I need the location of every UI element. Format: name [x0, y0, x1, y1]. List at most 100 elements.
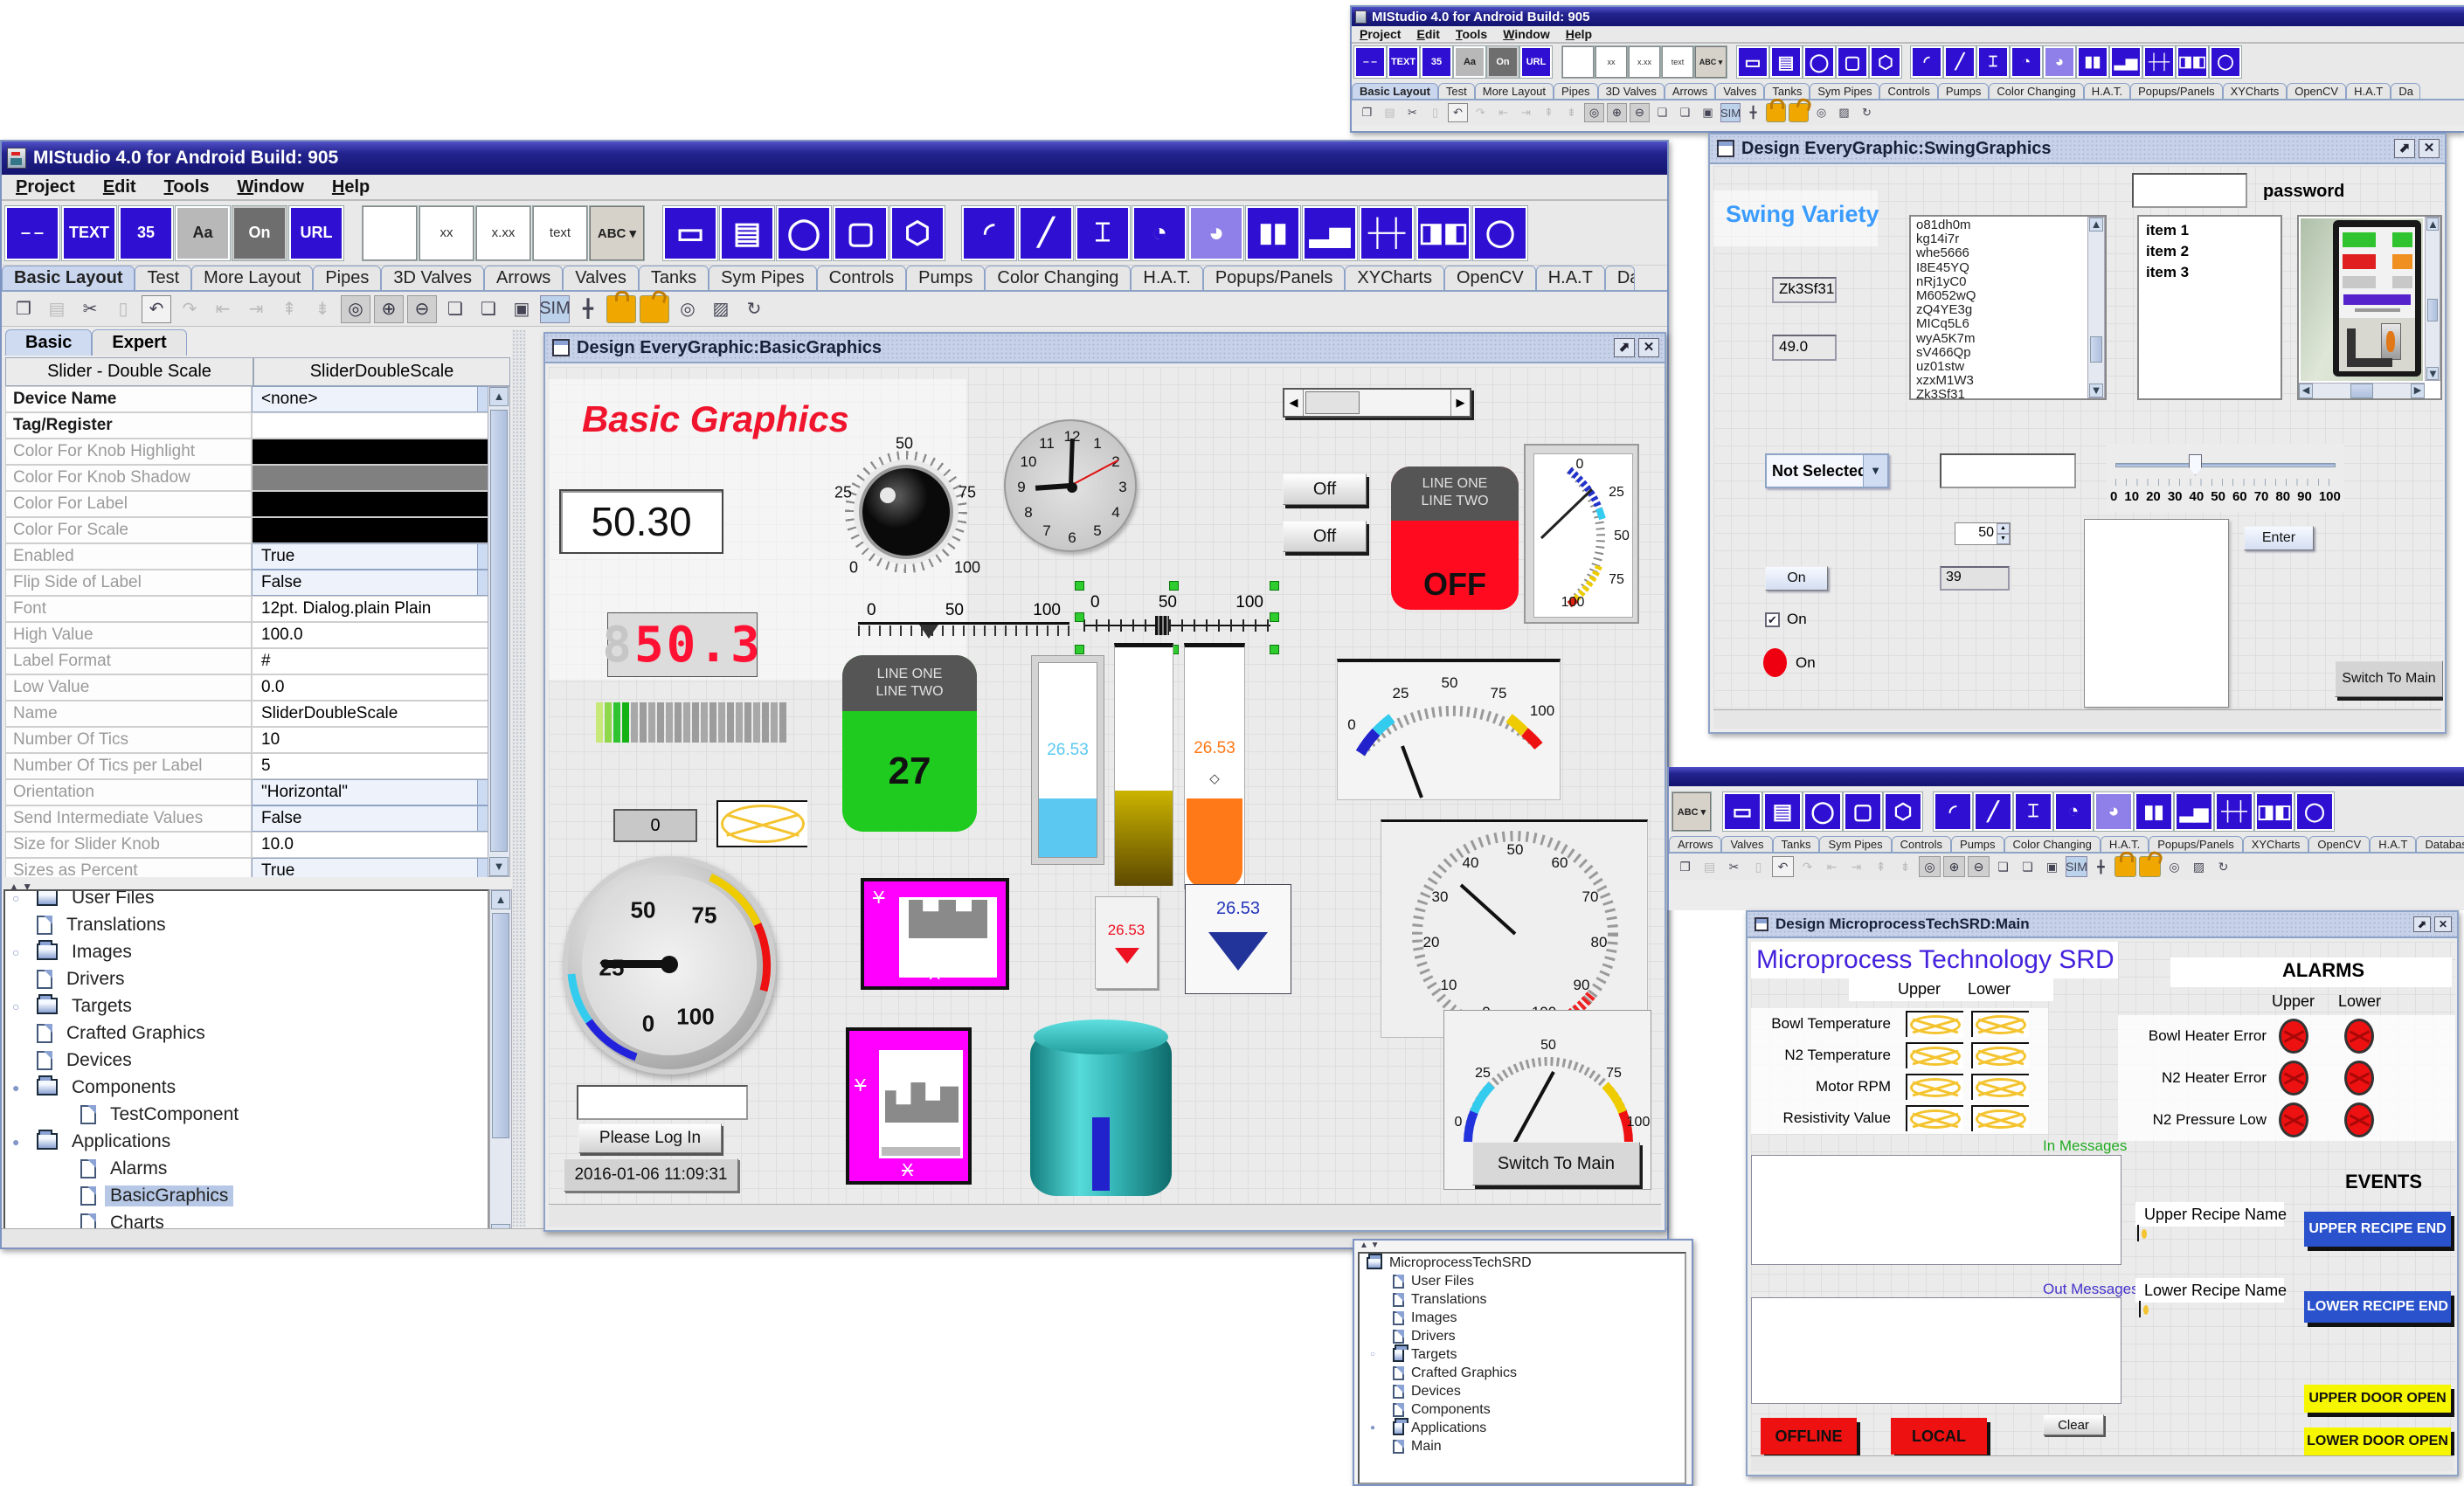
tool-button[interactable]: ↷: [175, 295, 204, 323]
basicgraphics-canvas[interactable]: Basic Graphics 50.30 0 25 50 75 100 12 1: [549, 367, 1665, 1204]
tool-button[interactable]: ↷: [1796, 856, 1818, 877]
blue-indicator[interactable]: 26.53: [1185, 884, 1291, 994]
olive-tank-gauge[interactable]: [1114, 643, 1173, 886]
tree-expand-handle[interactable]: ●: [12, 1081, 19, 1095]
tool-button[interactable]: ▣: [507, 295, 536, 323]
list-item[interactable]: I8E45YQ: [1916, 261, 2100, 275]
scroll-left-arrow[interactable]: ◀: [1284, 390, 1304, 416]
tree-item[interactable]: ○ Targets: [1360, 1345, 1685, 1364]
palette-icon[interactable]: ▤: [720, 206, 774, 260]
text-field-2[interactable]: 49.0: [1772, 335, 1837, 361]
slider-pointer[interactable]: [919, 625, 938, 648]
palette-icon[interactable]: ◕: [2094, 792, 2133, 831]
missing-gauge-lower[interactable]: [1971, 1074, 2029, 1100]
image-hscrollbar[interactable]: ◀ ▶: [2299, 383, 2425, 398]
palette-icon[interactable]: ┼┼: [2215, 792, 2253, 831]
missing-gauge-lower[interactable]: [1971, 1042, 2029, 1068]
palette-icon[interactable]: ◜: [1911, 46, 1942, 78]
palette-tab[interactable]: Pipes: [313, 266, 381, 290]
palette-icon[interactable]: ◯: [1473, 206, 1527, 260]
palette-icon[interactable]: ◯: [1803, 46, 1835, 78]
list-item[interactable]: MICq5L6: [1916, 317, 2100, 331]
palette-icon[interactable]: ▢: [1837, 46, 1868, 78]
color-swatch[interactable]: [253, 439, 509, 464]
palette-icon[interactable]: ⬡: [890, 206, 945, 260]
alarm-led-lower[interactable]: [2344, 1102, 2374, 1137]
off-button-2[interactable]: Off: [1283, 521, 1367, 552]
palette-icon[interactable]: URL: [289, 206, 343, 260]
splitter-buttons[interactable]: ▲ ▼: [1360, 1241, 1380, 1250]
list-item[interactable]: item 1: [2146, 220, 2274, 241]
tool-button[interactable]: ╋: [1743, 103, 1763, 122]
property-value[interactable]: 12pt. Dialog.plain Plain: [252, 596, 510, 622]
palette-icon[interactable]: ⌶: [1977, 46, 2009, 78]
palette-tab[interactable]: Pumps: [1951, 836, 2004, 852]
tool-button[interactable]: ◎: [673, 295, 703, 323]
tool-button[interactable]: ⇟: [1894, 856, 1916, 877]
palette-icon[interactable]: ⌶: [2014, 792, 2052, 831]
tool-button[interactable]: ✂: [75, 295, 105, 323]
property-value[interactable]: [252, 439, 510, 465]
palette-icon[interactable]: ╱: [1944, 46, 1976, 78]
tool-button[interactable]: ❏: [474, 295, 503, 323]
tool-button[interactable]: ⇤: [1821, 856, 1843, 877]
palette-icon[interactable]: text: [533, 206, 587, 260]
tool-button[interactable]: ↻: [2212, 856, 2234, 877]
palette-tab[interactable]: Controls: [817, 266, 906, 290]
maximize-icon[interactable]: ⬈: [1614, 338, 1635, 357]
tool-button[interactable]: ▤: [1380, 103, 1400, 122]
tool-button[interactable]: ▣: [2041, 856, 2063, 877]
tool-button[interactable]: ↷: [1471, 103, 1491, 122]
red-indicator[interactable]: 26.53: [1095, 896, 1158, 989]
palette-icon[interactable]: ⬡: [1884, 792, 1922, 831]
alarm-led-upper[interactable]: [2279, 1019, 2308, 1054]
palette-tab[interactable]: Sym Pipes: [1819, 836, 1891, 852]
palette-tab[interactable]: OpenCV: [2287, 83, 2346, 99]
tool-button[interactable]: ▯: [108, 295, 138, 323]
scrollbar-widget[interactable]: ◀ ▶: [1283, 388, 1471, 418]
clear-button[interactable]: Clear: [2043, 1414, 2104, 1435]
property-value[interactable]: True: [252, 858, 510, 877]
palette-tab[interactable]: Tanks: [639, 266, 709, 290]
palette-tab[interactable]: H.A.T: [2346, 83, 2391, 99]
palette-icon[interactable]: ‒ ‒: [1354, 46, 1386, 78]
palette-icon[interactable]: TEXT: [1388, 46, 1419, 78]
close-icon[interactable]: ✕: [2434, 916, 2452, 932]
swinggraphics-canvas[interactable]: Swing Variety password o81dh0mkg14i7rwhe…: [1713, 166, 2443, 709]
palette-tab[interactable]: OpenCV: [1444, 266, 1536, 290]
palette-icon[interactable]: ◯: [2295, 792, 2334, 831]
knob-body[interactable]: [859, 465, 953, 559]
palette-icon[interactable]: ▭: [1737, 46, 1768, 78]
palette-tab[interactable]: H.A.T.: [2101, 836, 2149, 852]
tool-button[interactable]: ◎: [341, 295, 370, 323]
palette-tab[interactable]: Popups/Panels: [2149, 836, 2242, 852]
tool-button[interactable]: ⇥: [1516, 103, 1536, 122]
list-item[interactable]: M6052wQ: [1916, 289, 2100, 303]
offline-button[interactable]: OFFLINE: [1761, 1418, 1857, 1455]
palette-icon[interactable]: On: [232, 206, 287, 260]
palette-tab[interactable]: More Layout: [191, 266, 313, 290]
knob-widget[interactable]: 0 25 50 75 100: [834, 437, 974, 577]
out-messages-box[interactable]: [1751, 1297, 2121, 1404]
tree-expand-handle[interactable]: ●: [12, 1135, 19, 1149]
palette-tab[interactable]: Databas: [2416, 836, 2464, 852]
numeric-display[interactable]: 50.30: [559, 489, 723, 554]
tree-scrollbar[interactable]: ▲▼: [489, 889, 512, 1244]
tool-button[interactable]: [1789, 103, 1809, 122]
tool-button[interactable]: ▯: [1425, 103, 1445, 122]
palette-icon[interactable]: ┼┼: [2143, 46, 2175, 78]
property-value[interactable]: [252, 517, 510, 543]
tool-button[interactable]: ▨: [1834, 103, 1854, 122]
menu-item[interactable]: Project: [1352, 27, 1408, 41]
swing-slider[interactable]: 0102030405060708090100: [2107, 444, 2344, 512]
tool-button[interactable]: ⊕: [1607, 103, 1627, 122]
tool-button[interactable]: ❐: [9, 295, 38, 323]
palette-tab[interactable]: OpenCV: [2308, 836, 2370, 852]
property-scrollbar[interactable]: ▲▼: [488, 386, 510, 877]
palette-tab[interactable]: 3D Valves: [1598, 83, 1665, 99]
maximize-icon[interactable]: ⬈: [2394, 139, 2415, 158]
tool-button[interactable]: ▨: [706, 295, 736, 323]
palette-icon[interactable]: ABC ▾: [1695, 46, 1727, 78]
property-value[interactable]: 0.0: [252, 674, 510, 701]
tool-button[interactable]: [2114, 856, 2136, 877]
